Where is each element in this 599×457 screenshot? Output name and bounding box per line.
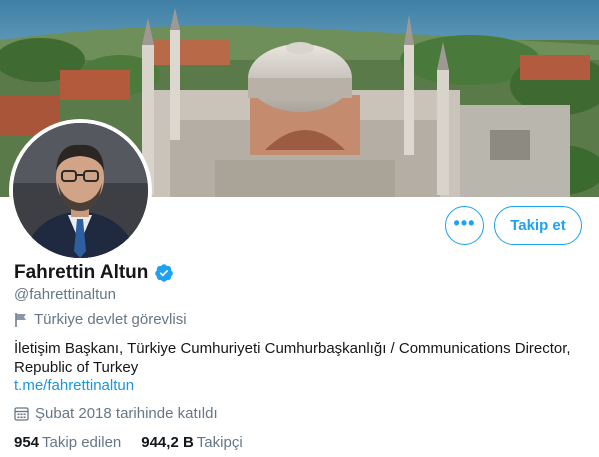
- joined-date-text: Şubat 2018 tarihinde katıldı: [35, 405, 218, 422]
- follow-button-label: Takip et: [510, 217, 566, 234]
- following-stat[interactable]: 954 Takip edilen: [14, 434, 121, 451]
- name-row: Fahrettin Altun: [14, 262, 174, 284]
- account-label-text: Türkiye devlet görevlisi: [34, 311, 187, 328]
- profile-bio: İletişim Başkanı, Türkiye Cumhuriyeti Cu…: [14, 340, 571, 376]
- profile-handle: @fahrettinaltun: [14, 286, 116, 303]
- joined-date: Şubat 2018 tarihinde katıldı: [14, 405, 218, 422]
- profile-website-link[interactable]: t.me/fahrettinaltun: [14, 377, 134, 394]
- followers-label: Takipçi: [196, 434, 243, 451]
- followers-count: 944,2 B: [141, 434, 194, 451]
- followers-stat[interactable]: 944,2 B Takipçi: [141, 434, 242, 451]
- display-name: Fahrettin Altun: [14, 262, 149, 283]
- profile-avatar[interactable]: [9, 119, 152, 262]
- flag-icon: [15, 312, 26, 327]
- more-dots-icon: •••: [453, 212, 476, 233]
- profile-stats: 954 Takip edilen 944,2 B Takipçi: [14, 434, 263, 451]
- more-options-button[interactable]: •••: [445, 206, 484, 245]
- following-label: Takip edilen: [42, 434, 122, 451]
- verified-badge-icon: [155, 264, 174, 282]
- calendar-icon: [14, 407, 29, 421]
- follow-button[interactable]: Takip et: [494, 206, 582, 245]
- following-count: 954: [14, 434, 40, 451]
- account-label: Türkiye devlet görevlisi: [14, 311, 187, 328]
